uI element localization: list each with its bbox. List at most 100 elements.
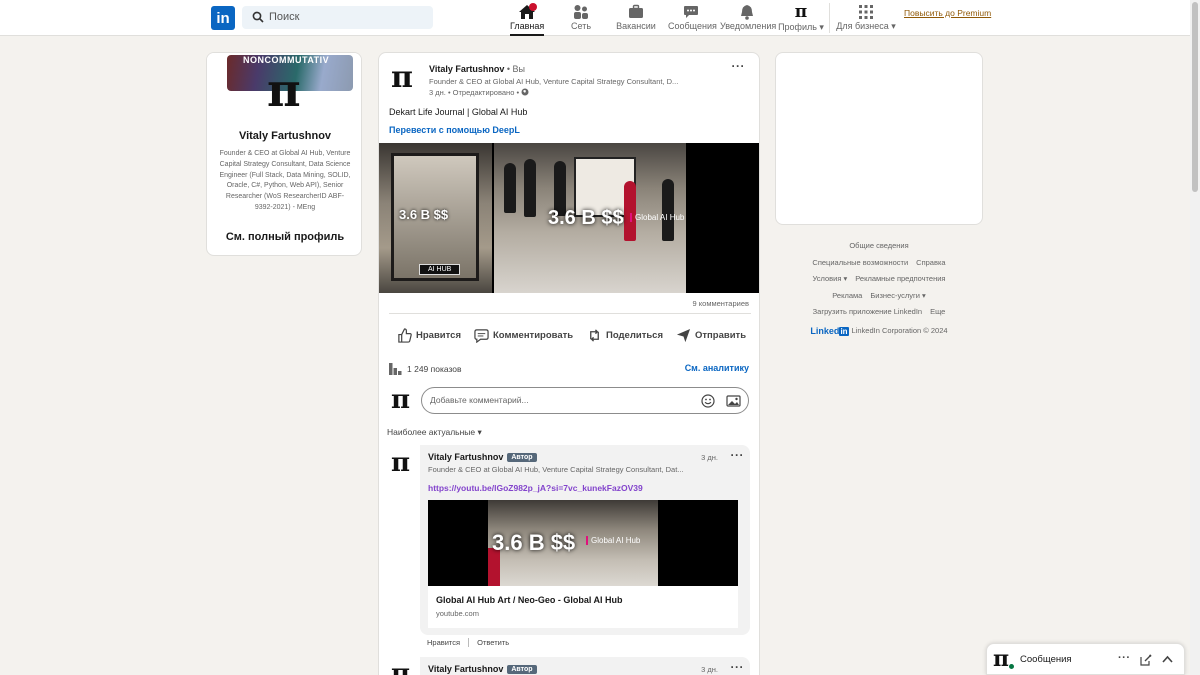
search-input[interactable]: Поиск [269,11,299,23]
comment-input[interactable]: Добавьте комментарий... [421,387,749,414]
footer-link-ad-choices[interactable]: Рекламные предпочтения [855,274,945,283]
post-author-name[interactable]: Vitaly Fartushnov • Вы [429,64,525,74]
nav-messaging[interactable]: Сообщения [668,4,717,34]
media-label-1: AI HUB [419,264,461,275]
premium-link[interactable]: Повысить до Premium [904,8,991,18]
nav-network-label: Сеть [570,21,592,31]
post-media[interactable]: 3.6 B $$ AI HUB 3.6 B $$ Global AI Hub [379,143,759,293]
comment-reply-button[interactable]: Ответить [477,638,509,647]
link-preview-domain: youtube.com [436,609,479,618]
repost-button[interactable]: Поделиться [587,328,663,343]
nav-profile[interactable]: π Профиль ▾ [778,4,824,34]
comment-avatar[interactable]: π [391,661,410,675]
messaging-bar[interactable]: π Сообщения ··· [986,643,1185,675]
comment-item: Vitaly Fartushnov Автор 3 дн. ··· [420,657,750,675]
preview-caption: 3.6 B $$ [492,530,576,555]
preview-label: Global AI Hub [586,536,640,545]
link-preview-title[interactable]: Global AI Hub Art / Neo-Geo - Global AI … [436,595,623,605]
nav-business[interactable]: Для бизнеса ▾ [836,4,896,34]
translate-link[interactable]: Перевести с помощью DeepL [389,125,520,135]
page-scrollbar[interactable] [1190,0,1200,675]
comment-author-headline: Founder & CEO at Global AI Hub, Venture … [428,465,684,474]
comment-placeholder: Добавьте комментарий... [430,395,529,405]
footer-link-business[interactable]: Бизнес-услуги ▾ [870,291,925,300]
footer-brand: Linkedin LinkedIn Corporation © 2024 [775,323,983,341]
online-indicator [1008,663,1015,670]
link-preview-image[interactable]: 3.6 B $$ Global AI Hub [428,500,738,586]
media-person [624,181,636,241]
search-box[interactable]: Поиск [242,6,433,29]
footer-link-help[interactable]: Справка [916,258,945,267]
comment-more-icon[interactable]: ··· [731,660,745,674]
post-more-icon[interactable]: ··· [732,59,746,73]
linkedin-logo[interactable]: in [211,6,235,30]
copyright: LinkedIn Corporation © 2024 [851,326,948,335]
footer-link-app[interactable]: Загрузить приложение LinkedIn [813,307,922,316]
nav-messaging-label: Сообщения [668,21,717,31]
footer-link-terms[interactable]: Условия ▾ [813,274,848,283]
compose-icon[interactable] [1140,654,1152,666]
post-views-count: 1 249 показов [407,364,462,374]
globe-icon [521,88,529,96]
link-preview[interactable]: 3.6 B $$ Global AI Hub Global AI Hub Art… [428,500,738,628]
like-button[interactable]: Нравится [397,328,461,343]
footer-row: Загрузить приложение LinkedIn Еще [775,304,983,321]
sort-dropdown[interactable]: Наиболее актуальные ▾ [387,427,482,438]
messaging-more-icon[interactable]: ··· [1118,652,1131,664]
profile-name[interactable]: Vitaly Fartushnov [207,130,361,142]
send-label: Отправить [695,330,747,341]
nav-jobs[interactable]: Вакансии [616,4,656,34]
nav-notifications[interactable]: Уведомления [720,4,777,34]
media-image-1[interactable]: 3.6 B $$ AI HUB [379,143,492,293]
comment-author[interactable]: Vitaly Fartushnov Автор [428,452,537,462]
media-person [662,179,674,241]
profile-avatar[interactable]: π [267,67,301,113]
post-author-avatar[interactable]: π [391,63,413,93]
top-nav: in Поиск Главная Сеть Вакансии Сообщения… [0,0,1190,36]
comment-time: 3 дн. [701,453,718,462]
media-image-2[interactable]: 3.6 B $$ Global AI Hub [494,143,686,293]
analytics-link[interactable]: См. аналитику [685,363,749,373]
comment-avatar[interactable]: π [391,450,410,476]
notification-dot [529,3,537,11]
grid-icon [859,5,873,19]
comment-link[interactable]: https://youtu.be/lGoZ982p_jA?si=7vc_kune… [428,483,643,493]
media-caption-2: 3.6 B $$ [548,207,624,229]
nav-network[interactable]: Сеть [566,4,596,34]
thumbs-up-icon [398,328,412,343]
footer-row: Специальные возможности Справка [775,255,983,272]
messaging-label: Сообщения [1020,654,1072,665]
footer-row: Условия ▾ Рекламные предпочтения [775,271,983,288]
ad-card[interactable] [775,52,983,225]
emoji-icon[interactable] [701,394,715,408]
network-icon [574,5,588,19]
post-views[interactable]: 1 249 показов [389,363,462,375]
footer-link-about[interactable]: Общие сведения [849,241,908,250]
scrollbar-thumb[interactable] [1192,2,1198,192]
comment-author-name: Vitaly Fartushnov [428,452,504,462]
footer-link-advertising[interactable]: Реклама [832,291,862,300]
comment-like-button[interactable]: Нравится [427,638,460,647]
nav-home[interactable]: Главная [510,3,545,36]
comment-author[interactable]: Vitaly Fartushnov Автор [428,664,537,674]
nav-notifications-label: Уведомления [720,21,777,31]
chevron-up-icon[interactable] [1162,655,1173,663]
action-divider [468,638,470,647]
full-profile-link[interactable]: См. полный профиль [207,231,361,243]
footer-link-accessibility[interactable]: Специальные возможности [812,258,908,267]
comment-icon [474,329,489,343]
footer-row: Реклама Бизнес-услуги ▾ [775,288,983,305]
post-author-headline: Founder & CEO at Global AI Hub, Venture … [429,77,679,86]
like-label: Нравится [416,330,461,341]
send-button[interactable]: Отправить [676,328,746,343]
image-icon[interactable] [726,394,741,408]
messaging-avatar: π [993,646,1010,672]
comment-button[interactable]: Комментировать [474,328,573,343]
comment-more-icon[interactable]: ··· [731,448,745,462]
footer-link-more[interactable]: Еще [930,307,945,316]
nav-home-label: Главная [510,21,545,31]
avatar: π [794,2,808,22]
comments-count[interactable]: 9 комментариев [693,299,749,308]
media-person [524,159,536,217]
post-text: Dekart Life Journal | Global AI Hub [389,107,528,117]
